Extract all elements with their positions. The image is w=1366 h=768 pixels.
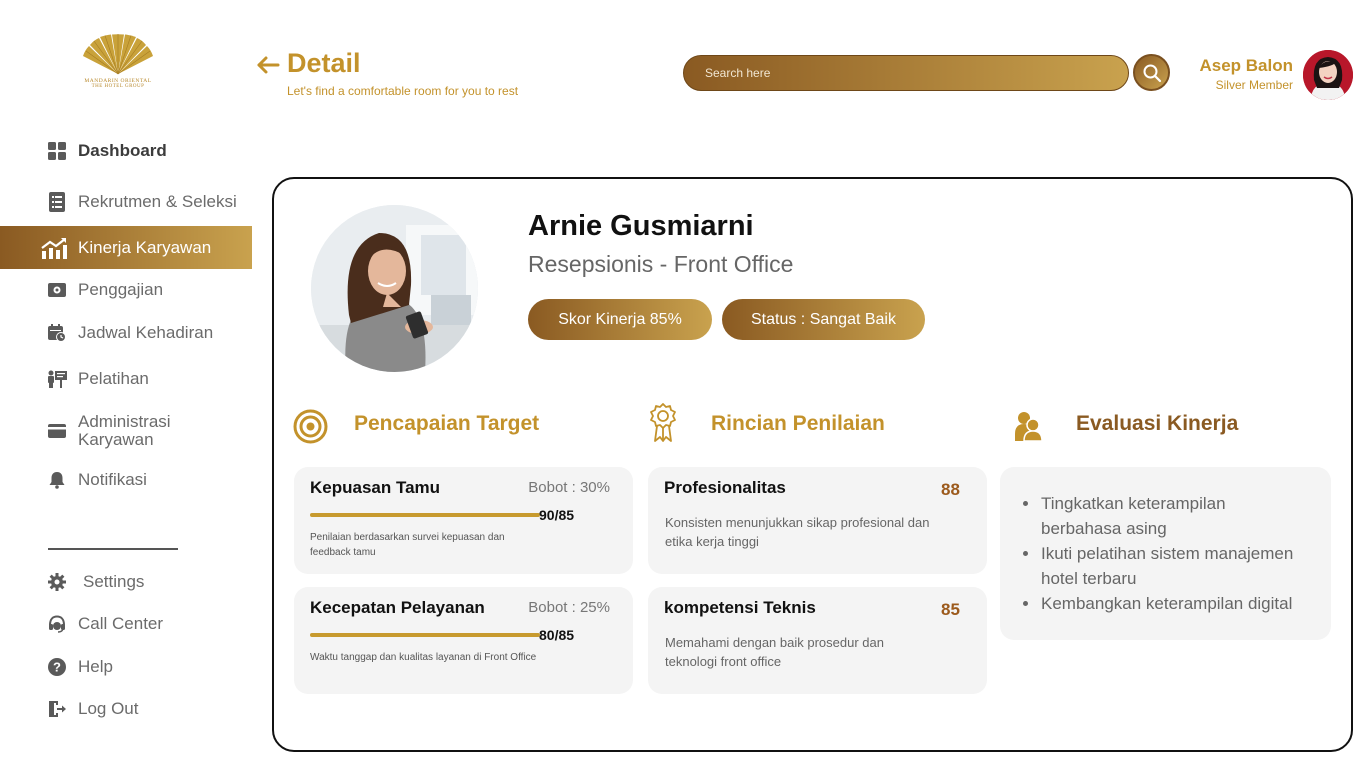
sidebar-item-label: Kinerja Karyawan	[78, 237, 212, 257]
payroll-icon	[47, 280, 67, 300]
target-name: Kecepatan Pelayanan	[310, 598, 485, 617]
section-title-rincian-penilaian: Rincian Penilaian	[711, 412, 885, 435]
chart-trend-icon	[41, 237, 67, 259]
svg-text:?: ?	[53, 660, 61, 675]
list-item: Kembangkan keterampilan digital	[1023, 591, 1323, 616]
sidebar-item-rekrutmen[interactable]: Rekrutmen & Seleksi	[0, 190, 252, 214]
dashboard-grid-icon	[47, 141, 67, 161]
back-button[interactable]	[255, 52, 281, 78]
search-bar	[683, 55, 1129, 91]
rating-description: Konsisten menunjukkan sikap profesional …	[665, 515, 930, 549]
sidebar-item-kinerja-karyawan[interactable]: Kinerja Karyawan	[0, 226, 252, 269]
evaluation-list: Tingkatkan keterampilan berbahasa asing …	[1023, 491, 1323, 616]
search-button[interactable]	[1133, 54, 1170, 91]
target-card-kecepatan-pelayanan: Kecepatan Pelayanan Bobot : 25% 80/85 Wa…	[294, 587, 633, 694]
award-badge-icon	[647, 403, 679, 448]
brand-line-2: THE HOTEL GROUP	[91, 84, 145, 89]
sidebar-item-label: Dashboard	[78, 141, 167, 160]
employee-name: Arnie Gusmiarni	[528, 210, 754, 242]
rating-name: kompetensi Teknis	[664, 598, 816, 617]
help-icon: ?	[47, 657, 67, 677]
user-name: Asep Balon	[1199, 56, 1293, 75]
sidebar-item-label: Penggajian	[78, 280, 164, 299]
calendar-clock-icon	[47, 323, 67, 343]
logout-icon	[47, 699, 67, 719]
list-item: Tingkatkan keterampilan berbahasa asing	[1023, 491, 1283, 541]
sidebar-item-label: Notifikasi	[78, 470, 147, 489]
target-progress-bar	[310, 633, 540, 637]
search-input[interactable]	[684, 56, 1128, 90]
sidebar: MANDARIN ORIENTAL THE HOTEL GROUP Dashbo…	[0, 0, 252, 768]
employee-photo	[311, 205, 478, 372]
users-icon	[1014, 410, 1044, 447]
rating-score: 85	[941, 600, 960, 619]
sidebar-item-jadwal-kehadiran[interactable]: Jadwal Kehadiran	[0, 321, 252, 345]
rating-name: Profesionalitas	[664, 478, 786, 497]
rating-score: 88	[941, 480, 960, 499]
gear-icon	[47, 572, 67, 592]
rating-card-kompetensi-teknis: kompetensi Teknis 85 Memahami dengan bai…	[648, 587, 987, 694]
sidebar-item-label: Log Out	[78, 699, 139, 718]
avatar[interactable]	[1303, 50, 1353, 100]
avatar-image	[1303, 50, 1353, 100]
target-name: Kepuasan Tamu	[310, 478, 441, 497]
section-title-pencapaian-target: Pencapaian Target	[354, 412, 540, 435]
fan-logo-icon	[83, 34, 153, 75]
employee-role: Resepsionis - Front Office	[528, 251, 794, 277]
sidebar-item-pelatihan[interactable]: Pelatihan	[0, 367, 252, 391]
rating-card-profesionalitas: Profesionalitas 88 Konsisten menunjukkan…	[648, 467, 987, 574]
target-value: 80/85	[539, 627, 575, 643]
sidebar-item-help[interactable]: ? Help	[0, 655, 252, 679]
target-description: Penilaian berdasarkan survei kepuasan da…	[310, 532, 505, 558]
target-icon	[293, 409, 328, 449]
evaluation-card: Tingkatkan keterampilan berbahasa asing …	[1000, 467, 1331, 640]
bell-icon	[47, 470, 67, 490]
sidebar-item-notifikasi[interactable]: Notifikasi	[0, 468, 252, 492]
sidebar-item-penggajian[interactable]: Penggajian	[0, 278, 252, 302]
target-card-kepuasan-tamu: Kepuasan Tamu Bobot : 30% 90/85 Penilaia…	[294, 467, 633, 574]
headset-icon	[47, 614, 67, 634]
sidebar-item-label: Settings	[83, 572, 145, 591]
sidebar-item-label: Administrasi Karyawan	[78, 412, 171, 449]
target-progress-bar	[310, 513, 540, 517]
sidebar-divider	[48, 548, 178, 550]
target-description: Waktu tanggap dan kualitas layanan di Fr…	[310, 652, 537, 663]
sidebar-item-call-center[interactable]: Call Center	[0, 612, 252, 636]
sidebar-item-label: Pelatihan	[78, 369, 149, 388]
brand-logo[interactable]: MANDARIN ORIENTAL THE HOTEL GROUP	[78, 34, 158, 89]
sidebar-item-label: Call Center	[78, 614, 164, 633]
sidebar-item-settings[interactable]: Settings	[0, 570, 252, 594]
card-icon	[47, 421, 67, 441]
status-badge: Status : Sangat Baik	[722, 299, 925, 340]
sidebar-item-label: Jadwal Kehadiran	[78, 323, 214, 342]
list-item: Ikuti pelatihan sistem manajemen hotel t…	[1023, 541, 1323, 591]
employee-photo-image	[311, 205, 478, 372]
sidebar-item-administrasi-karyawan[interactable]: Administrasi Karyawan	[0, 412, 252, 450]
target-weight: Bobot : 25%	[528, 599, 610, 616]
training-icon	[47, 369, 67, 389]
search-icon	[1143, 64, 1161, 82]
section-title-evaluasi-kinerja: Evaluasi Kinerja	[1076, 412, 1239, 435]
sidebar-item-label: Help	[78, 657, 113, 676]
arrow-left-icon	[257, 56, 280, 74]
rating-description: Memahami dengan baik prosedur dan teknol…	[665, 635, 884, 669]
sidebar-item-label: Rekrutmen & Seleksi	[78, 192, 237, 211]
target-weight: Bobot : 30%	[528, 479, 610, 496]
score-badge: Skor Kinerja 85%	[528, 299, 712, 340]
user-tier: Silver Member	[1215, 78, 1293, 92]
sidebar-item-log-out[interactable]: Log Out	[0, 697, 252, 721]
document-list-icon	[47, 192, 67, 212]
page-subtitle: Let's find a comfortable room for you to…	[287, 84, 519, 98]
page-title: Detail	[287, 48, 361, 78]
sidebar-item-dashboard[interactable]: Dashboard	[0, 139, 252, 163]
target-value: 90/85	[539, 507, 575, 523]
